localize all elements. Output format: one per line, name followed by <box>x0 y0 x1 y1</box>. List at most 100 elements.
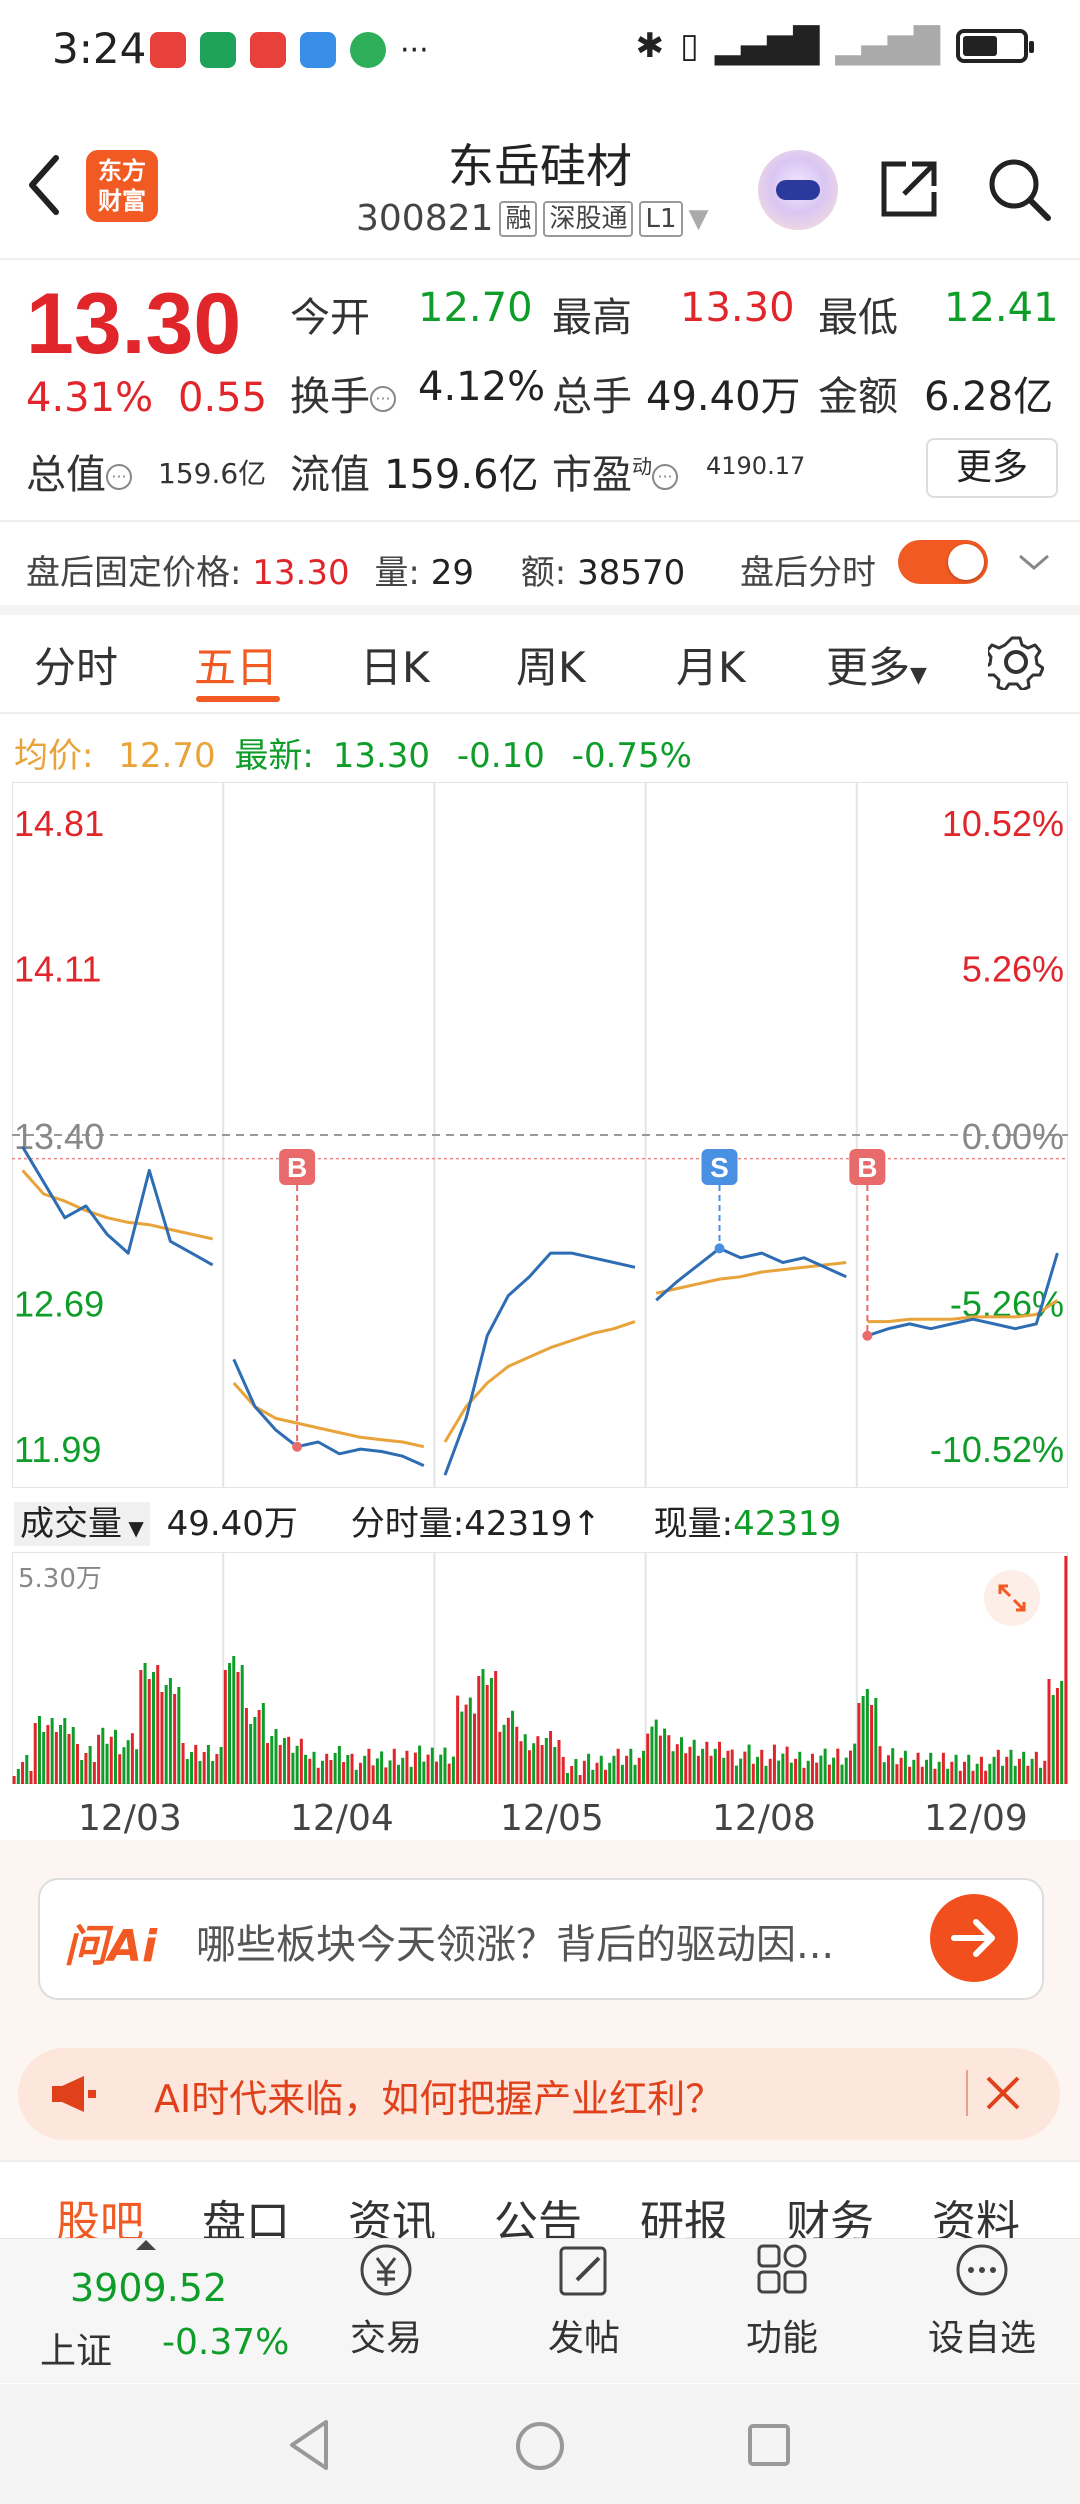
volume-bar <box>857 1703 861 1784</box>
volume-bar <box>409 1766 413 1784</box>
volume-bar <box>578 1775 582 1784</box>
volume-chart[interactable] <box>12 1552 1068 1784</box>
volume-bar <box>468 1697 472 1784</box>
megaphone-icon <box>52 2076 96 2112</box>
volume-bar <box>743 1751 747 1784</box>
volume-bar <box>899 1757 903 1784</box>
date-label: 12/05 <box>500 1798 604 1839</box>
volume-bar <box>967 1754 971 1784</box>
volume-bar <box>756 1756 760 1784</box>
ai-assistant-icon[interactable] <box>758 150 838 230</box>
volume-bar <box>198 1761 202 1784</box>
volume-bar <box>916 1752 920 1784</box>
volume-bar <box>375 1758 379 1784</box>
nav-post[interactable]: 发帖 <box>514 2240 654 2361</box>
volume-bar <box>663 1728 667 1784</box>
volume-bar <box>498 1731 502 1784</box>
volume-bar <box>156 1665 160 1784</box>
volume-bar <box>950 1761 954 1784</box>
chevron-down-icon[interactable] <box>1016 550 1052 574</box>
tab-five-day[interactable]: 五日 <box>194 634 278 695</box>
volume-bar <box>405 1750 409 1784</box>
volume-selector[interactable]: 成交量 ▼ <box>14 1502 150 1546</box>
volume-bar <box>975 1763 979 1784</box>
volume-bar <box>641 1750 645 1784</box>
volume-bar <box>701 1748 705 1784</box>
chart-info-line: 均价: 12.70 最新: 13.30 -0.10 -0.75% <box>14 728 692 777</box>
high-value: 13.30 <box>680 285 795 331</box>
nav-functions[interactable]: 功能 <box>712 2240 852 2361</box>
system-recents-icon[interactable] <box>746 2422 792 2468</box>
volume-bar <box>810 1753 814 1784</box>
dropdown-icon[interactable]: ▼ <box>689 204 709 234</box>
ah-toggle-label: 盘后分时 <box>740 553 876 593</box>
tab-intraday[interactable]: 分时 <box>34 634 118 695</box>
volume-bar <box>688 1746 692 1784</box>
open-value: 12.70 <box>418 285 533 331</box>
stock-code: 300821 <box>356 198 494 239</box>
ai-submit-button[interactable] <box>930 1894 1018 1982</box>
index-name[interactable]: 上证 <box>40 2322 112 2374</box>
volume-bar <box>1001 1765 1005 1784</box>
index-change[interactable]: -0.37% <box>162 2322 289 2363</box>
index-value[interactable]: 3909.52 <box>70 2266 227 2310</box>
float-label: 流值 <box>290 452 370 498</box>
volume-bar <box>63 1718 67 1784</box>
latest-value: 13.30 <box>332 736 431 776</box>
tab-weekly-k[interactable]: 周K <box>516 634 586 695</box>
volume-bar <box>650 1726 654 1784</box>
volume-bar <box>1017 1758 1021 1784</box>
volume-bar <box>870 1705 874 1784</box>
volume-bar <box>109 1736 113 1784</box>
banner-text: AI时代来临，如何把握产业红利？ <box>154 2077 724 2121</box>
arrow-right-icon <box>951 1919 995 1957</box>
tab-more[interactable]: 更多▼ <box>826 634 927 695</box>
ai-search-query[interactable]: 哪些板块今天领涨？背后的驱动因... <box>196 1912 834 1970</box>
volume-bar <box>147 1679 151 1784</box>
tab-monthly-k[interactable]: 月K <box>676 634 746 695</box>
more-button[interactable]: 更多 <box>926 438 1058 498</box>
volume-bar <box>456 1695 460 1784</box>
volume-bar <box>1034 1751 1038 1784</box>
settings-gear-icon[interactable] <box>988 634 1044 690</box>
expand-icon[interactable] <box>984 1570 1040 1626</box>
system-back-icon[interactable] <box>286 2418 332 2472</box>
volume-bar <box>71 1727 75 1784</box>
volume-bar <box>781 1753 785 1784</box>
volume-bar <box>751 1763 755 1784</box>
nav-trade[interactable]: 交易 <box>316 2240 456 2361</box>
info-icon[interactable]: ··· <box>652 464 678 490</box>
amount-value: 6.28亿 <box>924 374 1054 420</box>
mktcap-label: 总值 ··· <box>26 442 132 500</box>
nav-watchlist[interactable]: 设自选 <box>912 2240 1052 2361</box>
series-line <box>21 1169 213 1241</box>
tab-daily-k[interactable]: 日K <box>360 634 430 695</box>
close-icon[interactable] <box>984 2074 1022 2112</box>
volume-bar <box>1043 1760 1047 1784</box>
volume-bar <box>794 1758 798 1784</box>
after-hours-toggle[interactable] <box>898 540 988 584</box>
volume-header: 成交量 ▼ 49.40万 分时量:42319↑ 现量:42319 <box>14 1496 841 1546</box>
y-tick-right: 10.52% <box>942 803 1064 844</box>
system-home-icon[interactable] <box>514 2420 566 2472</box>
notification-app-icon <box>350 32 386 68</box>
search-icon[interactable] <box>984 154 1054 224</box>
volume-bar <box>722 1757 726 1784</box>
volume-bar <box>671 1751 675 1784</box>
volume-bar <box>430 1747 434 1784</box>
ai-logo: 问Ai <box>64 1921 158 1972</box>
volume-bar <box>477 1676 481 1784</box>
volume-bar <box>367 1748 371 1784</box>
volume-bar <box>616 1748 620 1784</box>
info-icon[interactable]: ··· <box>370 386 396 412</box>
volume-bar <box>958 1770 962 1784</box>
volume-bar <box>464 1704 468 1784</box>
volume-bar <box>240 1665 244 1784</box>
five-day-price-chart[interactable]: 14.81 10.52%14.11 5.26%13.40 0.00%12.69 -5.2… <box>12 782 1068 1488</box>
info-icon[interactable]: ··· <box>106 464 132 490</box>
share-icon[interactable] <box>876 156 942 222</box>
trade-marker-label: B <box>857 1152 877 1183</box>
volume-bar <box>979 1756 983 1784</box>
volume-bar <box>401 1757 405 1784</box>
volume-bar <box>135 1749 139 1784</box>
